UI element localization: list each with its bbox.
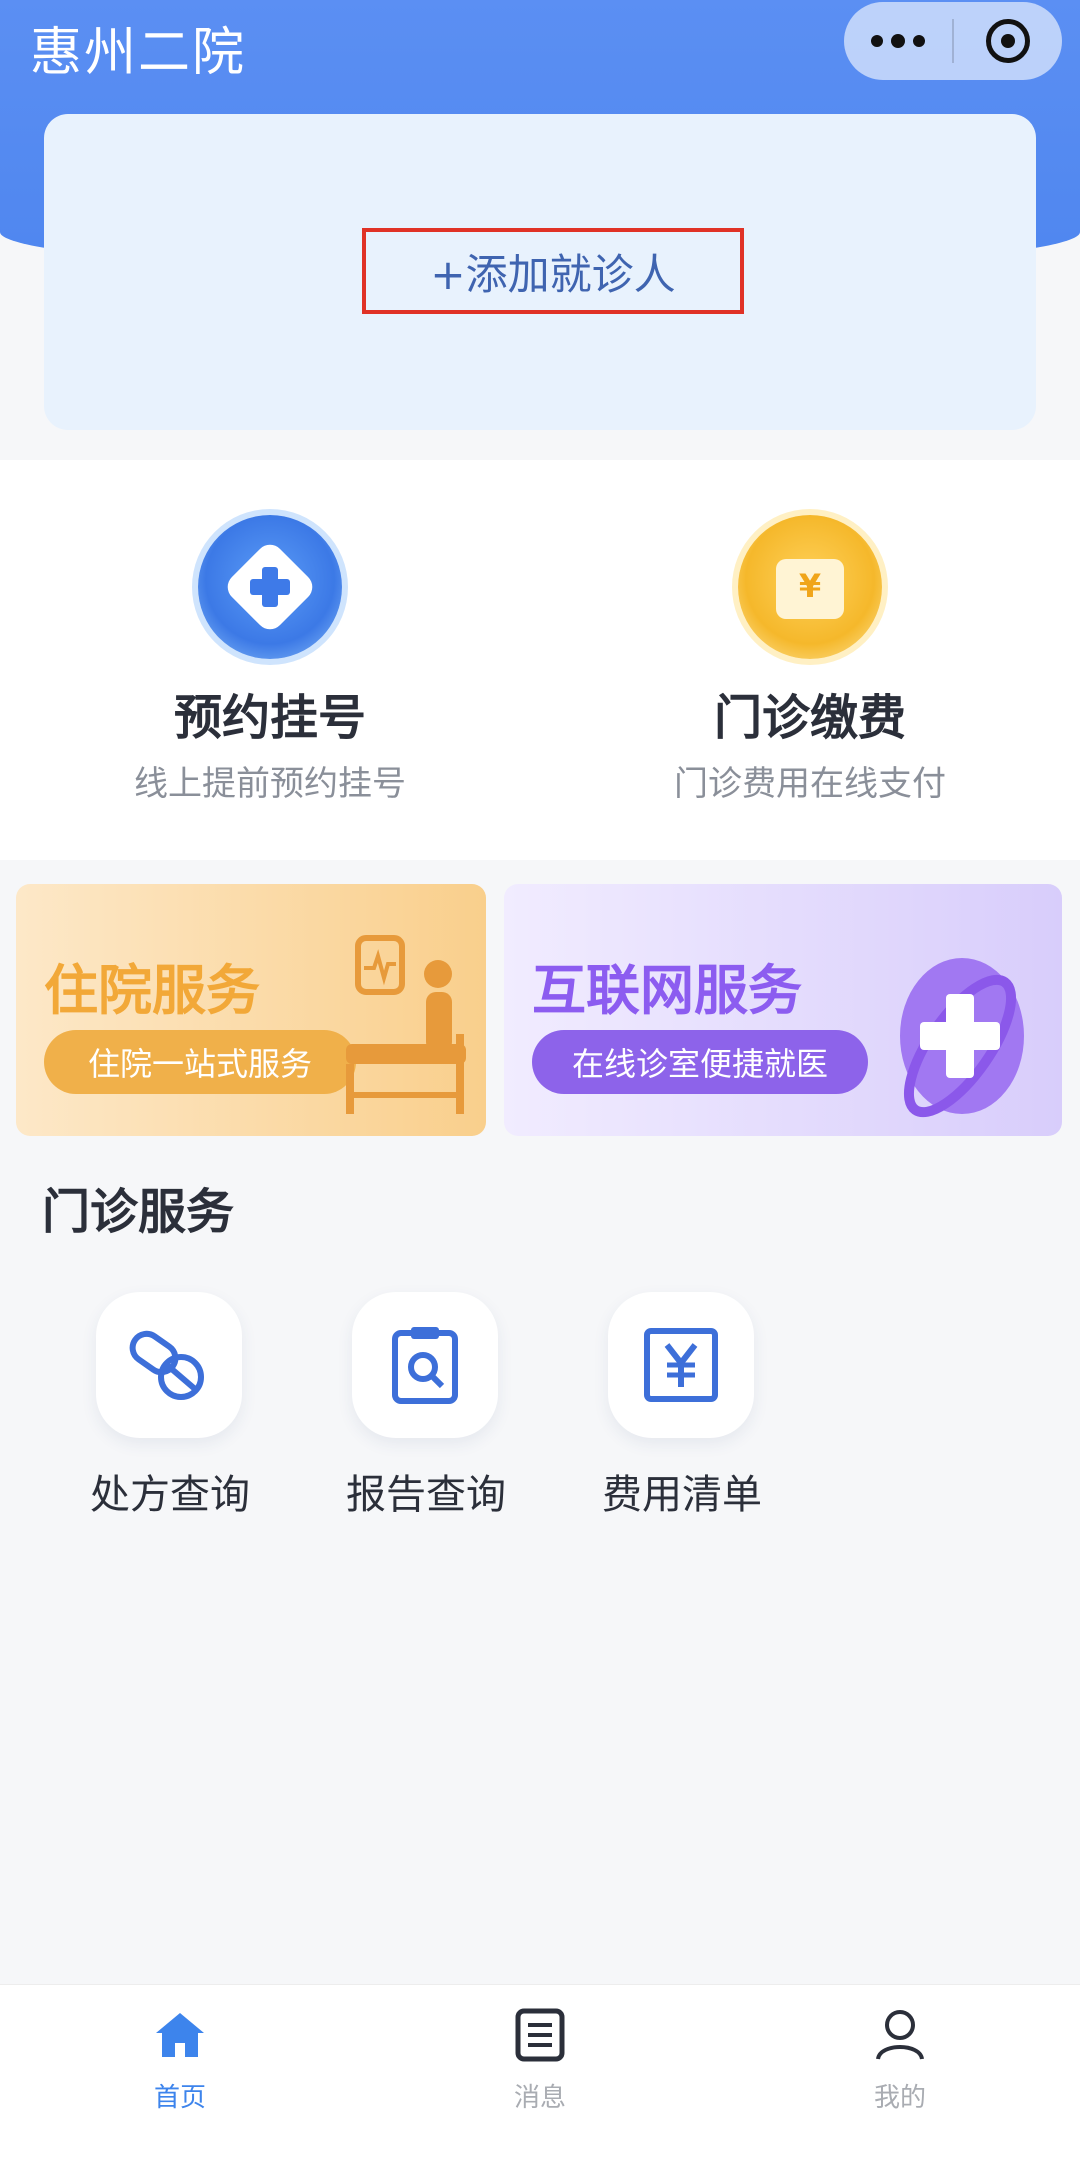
inpatient-title: 住院服务: [44, 959, 260, 1022]
prescription-label: 处方查询: [90, 1472, 250, 1518]
payment-title: 门诊缴费: [713, 690, 906, 746]
pill-icon: [129, 1330, 204, 1400]
internet-banner[interactable]: 互联网服务 在线诊室便捷就医: [504, 884, 1062, 1136]
report-query-button[interactable]: 报告查询: [326, 1292, 506, 1532]
tab-mine-label: 我的: [873, 2083, 926, 2113]
tab-home-label: 首页: [153, 2083, 206, 2113]
appointment-title: 预约挂号: [173, 690, 366, 746]
user-icon: [876, 2010, 924, 2060]
tab-messages[interactable]: 消息: [360, 1985, 720, 2157]
fee-list-button[interactable]: 费用清单: [582, 1292, 762, 1532]
close-target-icon[interactable]: [954, 2, 1062, 80]
payment-service[interactable]: ¥ 门诊缴费 门诊费用在线支付: [540, 460, 1080, 860]
yuan-bill-icon: [644, 1328, 718, 1402]
fee-tile: [608, 1292, 754, 1438]
miniprogram-capsule: [844, 2, 1062, 80]
payment-subtitle: 门诊费用在线支付: [674, 764, 946, 804]
tab-bar: 首页 消息 我的: [0, 1984, 1080, 2157]
tab-messages-label: 消息: [513, 2083, 566, 2113]
inpatient-pill: 住院一站式服务: [44, 1030, 356, 1094]
cash-box-icon: ¥: [738, 515, 882, 659]
prescription-query-button[interactable]: 处方查询: [70, 1292, 250, 1532]
fee-label: 费用清单: [602, 1472, 762, 1518]
report-label: 报告查询: [346, 1472, 506, 1518]
medical-globe-icon: [900, 958, 1024, 1118]
report-search-icon: [392, 1327, 458, 1404]
tab-mine[interactable]: 我的: [720, 1985, 1080, 2157]
page-title: 惠州二院: [30, 23, 247, 83]
add-patient-button[interactable]: +添加就诊人: [362, 228, 744, 314]
home-icon: [156, 2013, 204, 2057]
hospital-bed-icon: [346, 935, 466, 1114]
prescription-tile: [96, 1292, 242, 1438]
tab-home[interactable]: 首页: [0, 1985, 360, 2157]
appointment-subtitle: 线上提前预约挂号: [134, 764, 406, 804]
message-icon: [515, 2008, 565, 2062]
internet-title: 互联网服务: [532, 959, 802, 1022]
medical-cross-icon: [198, 515, 342, 659]
inpatient-banner[interactable]: 住院服务 住院一站式服务: [16, 884, 486, 1136]
internet-pill: 在线诊室便捷就医: [532, 1030, 868, 1094]
appointment-service[interactable]: 预约挂号 线上提前预约挂号: [0, 460, 540, 860]
outpatient-section-title: 门诊服务: [42, 1184, 235, 1240]
more-menu-icon[interactable]: [844, 2, 952, 80]
report-tile: [352, 1292, 498, 1438]
main-services: 预约挂号 线上提前预约挂号 ¥ 门诊缴费 门诊费用在线支付: [0, 460, 1080, 860]
